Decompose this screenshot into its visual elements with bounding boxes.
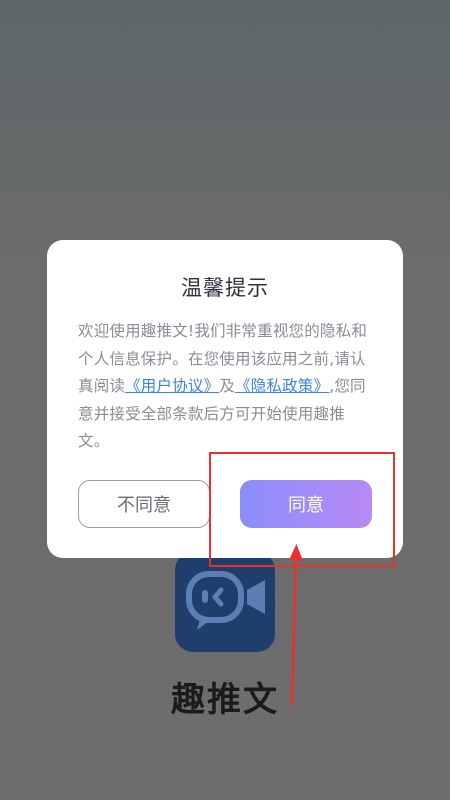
dialog-body: 欢迎使用趣推文!我们非常重视您的隐私和个人信息保护。在您使用该应用之前,请认真阅… [78, 318, 374, 456]
annotation-highlight-box [209, 452, 395, 567]
user-agreement-link[interactable]: 《用户协议》 [125, 377, 219, 395]
screen: 趣推文 温馨提示 欢迎使用趣推文!我们非常重视您的隐私和个人信息保护。在您使用该… [0, 0, 450, 800]
dialog-body-connector: 及 [219, 377, 236, 395]
app-logo-icon [175, 552, 275, 652]
decline-button[interactable]: 不同意 [78, 480, 210, 528]
app-name: 趣推文 [171, 680, 279, 720]
privacy-policy-link[interactable]: 《隐私政策》 [235, 377, 329, 395]
dialog-title: 温馨提示 [181, 276, 269, 300]
